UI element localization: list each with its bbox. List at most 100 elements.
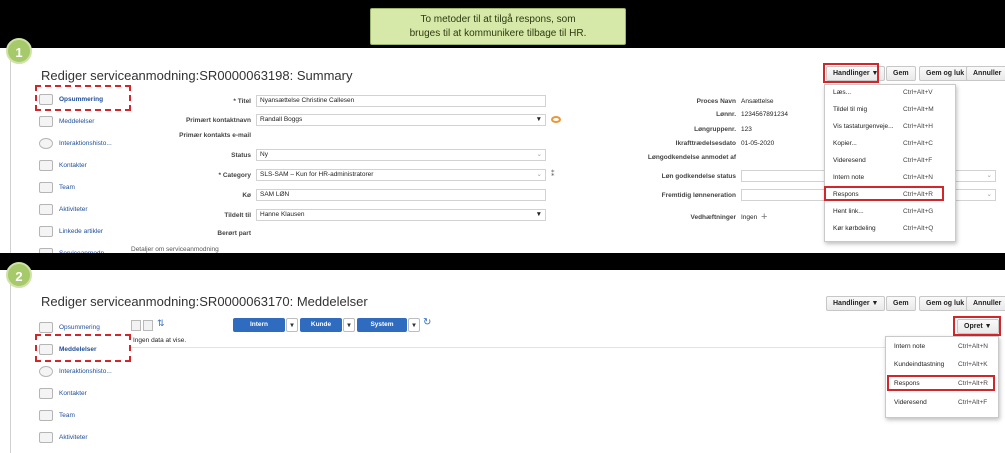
meddelelser-panel: Rediger serviceanmodning:SR0000063170: M…	[10, 270, 1005, 453]
activities-icon	[39, 431, 53, 443]
menu-shortcut: Ctrl+Alt+G	[903, 208, 934, 215]
status-label: Status	[231, 152, 251, 159]
category-tree-icon[interactable]: ⁑	[551, 170, 555, 178]
contacts-icon	[39, 159, 53, 171]
status-field[interactable]: Ny ⌄	[256, 149, 546, 161]
instruction-callout: To metoder til at tilgå respons, som bru…	[370, 8, 626, 45]
category-field[interactable]: SLS-SAM – Kun for HR-administratorer ⌄	[256, 169, 546, 181]
refresh-icon[interactable]: ↻	[423, 317, 431, 328]
opsummering-highlight	[35, 85, 131, 111]
sidebar-item-aktiviteter[interactable]: Aktiviteter	[39, 426, 131, 448]
step-2-badge: 2	[6, 262, 32, 288]
annuller-button[interactable]: Annuller	[966, 296, 1005, 311]
ikraft-label: Ikrafttrædelsesdato	[675, 140, 736, 147]
handlinger-highlight	[823, 63, 879, 83]
annuller-button[interactable]: Annuller	[966, 66, 1005, 81]
titel-label: * Titel	[233, 98, 251, 105]
list-view-icon[interactable]	[131, 320, 141, 331]
page-title: Rediger serviceanmodning:SR0000063198: S…	[41, 68, 353, 83]
opret-highlight	[953, 316, 1001, 336]
respons-highlight	[887, 375, 995, 391]
menu-shortcut: Ctrl+Alt+M	[903, 106, 934, 113]
tildelt-field[interactable]: Hanne Klausen ▼	[256, 209, 546, 221]
gem-button[interactable]: Gem	[886, 296, 916, 311]
sidebar-item-kontakter[interactable]: Kontakter	[39, 154, 131, 176]
chevron-down-icon: ⌄	[986, 172, 992, 179]
chevron-down-icon: ⌄	[986, 191, 992, 198]
sidebar-item-team[interactable]: Team	[39, 404, 131, 426]
proces-label: Proces Navn	[696, 98, 736, 105]
page-title: Rediger serviceanmodning:SR0000063170: M…	[41, 294, 368, 309]
contact-card-icon[interactable]	[551, 116, 561, 123]
messages-table: Ingen data at vise.	[131, 334, 991, 348]
filter-kunde[interactable]: Kunde	[300, 318, 342, 332]
section-footer: Detaljer om serviceanmodning	[131, 246, 219, 253]
sidebar-item-team[interactable]: Team	[39, 176, 131, 198]
menu-shortcut: Ctrl+Alt+C	[903, 140, 933, 147]
menu-item-videresend[interactable]: Videresend	[894, 399, 927, 406]
filter-system[interactable]: System	[357, 318, 407, 332]
sidebar-item-interaktionshistorik[interactable]: Interaktionshisto...	[39, 360, 131, 382]
add-attachment-icon[interactable]: +	[761, 211, 767, 223]
email-label: Primær kontakts e-mail	[179, 132, 251, 139]
summary-panel: Rediger serviceanmodning:SR0000063198: S…	[10, 48, 1005, 259]
sort-icon[interactable]: ⇅	[157, 318, 165, 329]
chevron-down-icon: ▼	[535, 116, 542, 123]
sidebar: Opsummering Meddelelser Interaktionshist…	[39, 88, 131, 264]
filter-kunde-dropdown[interactable]: ▾	[343, 318, 355, 332]
menu-item-videresend[interactable]: Videresend	[833, 157, 866, 164]
gem-og-luk-button[interactable]: Gem og luk	[919, 66, 972, 81]
handlinger-menu: Læs... Ctrl+Alt+V Tildel til mig Ctrl+Al…	[824, 84, 956, 242]
chevron-down-icon: ▼	[535, 211, 542, 218]
tildelt-label: Tildelt til	[224, 212, 251, 219]
message-icon	[39, 115, 53, 127]
titel-field[interactable]: Nyansættelse Christine Callesen	[256, 95, 546, 107]
callout-line-1: To metoder til at tilgå respons, som	[420, 14, 576, 25]
step-1-badge: 1	[6, 38, 32, 64]
gem-button[interactable]: Gem	[886, 66, 916, 81]
menu-shortcut: Ctrl+Alt+H	[903, 123, 933, 130]
empty-message: Ingen data at vise.	[133, 337, 187, 344]
sidebar-item-meddelelser[interactable]: Meddelelser	[39, 110, 131, 132]
menu-item-laes[interactable]: Læs...	[833, 89, 851, 96]
vedh-value: Ingen	[741, 214, 758, 221]
grid-view-icon[interactable]	[143, 320, 153, 331]
vedh-label: Vedhæftninger	[690, 214, 736, 221]
menu-item-intern-note[interactable]: Intern note	[833, 174, 864, 181]
team-icon	[39, 409, 53, 421]
menu-item-koer-koerbdeling[interactable]: Kør kørbdeling	[833, 225, 876, 232]
handlinger-button[interactable]: Handlinger ▼	[826, 296, 886, 311]
gem-og-luk-button[interactable]: Gem og luk	[919, 296, 972, 311]
menu-item-vis-tastaturgenveje[interactable]: Vis tastaturgenveje...	[833, 123, 894, 130]
sidebar-item-linkede-artikler[interactable]: Linkede artikler	[39, 220, 131, 242]
koe-field[interactable]: SAM LØN	[256, 189, 546, 201]
filter-intern-dropdown[interactable]: ▾	[286, 318, 298, 332]
category-label: * Category	[218, 172, 251, 179]
sidebar-item-aktiviteter[interactable]: Aktiviteter	[39, 198, 131, 220]
godk-anmodet-label: Løngodkendelse anmodet af	[647, 154, 736, 161]
menu-shortcut: Ctrl+Alt+N	[903, 174, 933, 181]
loennr-value: 1234567891234	[741, 111, 788, 118]
ikraft-value: 01-05-2020	[741, 140, 775, 147]
link-icon	[39, 225, 53, 237]
filter-system-dropdown[interactable]: ▾	[408, 318, 420, 332]
godk-status-label: Løn godkendelse status	[661, 173, 736, 180]
menu-item-tildel-til-mig[interactable]: Tildel til mig	[833, 106, 867, 113]
menu-shortcut: Ctrl+Alt+N	[958, 343, 988, 350]
sidebar-item-kontakter[interactable]: Kontakter	[39, 382, 131, 404]
sidebar-item-interaktionshistorik[interactable]: Interaktionshisto...	[39, 132, 131, 154]
menu-shortcut: Ctrl+Alt+Q	[903, 225, 934, 232]
meddelelser-highlight	[35, 334, 131, 362]
filter-intern[interactable]: Intern	[233, 318, 285, 332]
menu-item-kundeindtastning[interactable]: Kundeindtastning	[894, 361, 944, 368]
menu-item-hent-link[interactable]: Hent link...	[833, 208, 864, 215]
primaer-kontakt-label: Primært kontaktnavn	[185, 117, 251, 124]
loennr-label: Lønnr.	[716, 111, 736, 118]
proces-value: Ansættelse	[741, 98, 774, 105]
menu-shortcut: Ctrl+Alt+F	[903, 157, 933, 164]
menu-item-kopier[interactable]: Kopier...	[833, 140, 857, 147]
activities-icon	[39, 203, 53, 215]
primaer-kontakt-field[interactable]: Randall Boggs ▼	[256, 114, 546, 126]
menu-item-intern-note[interactable]: Intern note	[894, 343, 925, 350]
respons-highlight	[824, 186, 944, 201]
